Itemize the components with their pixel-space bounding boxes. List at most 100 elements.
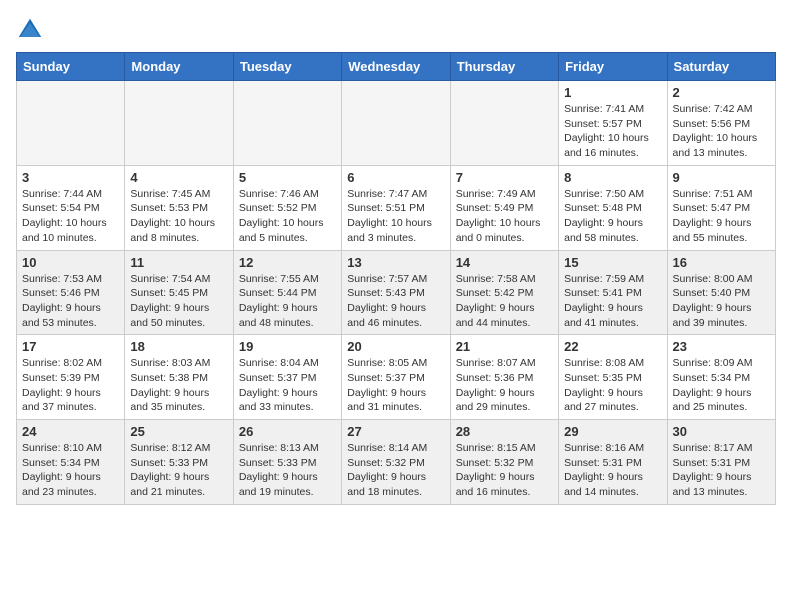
- day-info: Sunrise: 8:10 AM Sunset: 5:34 PM Dayligh…: [22, 441, 119, 500]
- week-row-3: 17Sunrise: 8:02 AM Sunset: 5:39 PM Dayli…: [17, 335, 776, 420]
- day-cell: 23Sunrise: 8:09 AM Sunset: 5:34 PM Dayli…: [667, 335, 775, 420]
- day-cell: 24 Sunrise: 8:10 AM Sunset: 5:34 PM Dayli…: [17, 420, 125, 505]
- day-cell: 29 Sunrise: 8:16 AM Sunset: 5:31 PM Dayli…: [559, 420, 667, 505]
- day-info: Sunrise: 8:07 AM Sunset: 5:36 PM Dayligh…: [456, 356, 553, 415]
- day-number: 26: [239, 424, 336, 439]
- day-info: Sunrise: 7:51 AM Sunset: 5:47 PM Dayligh…: [673, 187, 770, 246]
- logo-icon: [16, 16, 44, 44]
- day-cell: 7 Sunrise: 7:49 AM Sunset: 5:49 PM Daylig…: [450, 165, 558, 250]
- day-info: Sunrise: 7:45 AM Sunset: 5:53 PM Dayligh…: [130, 187, 227, 246]
- day-cell: 26 Sunrise: 8:13 AM Sunset: 5:33 PM Dayli…: [233, 420, 341, 505]
- day-info: Sunrise: 8:14 AM Sunset: 5:32 PM Dayligh…: [347, 441, 444, 500]
- day-cell: 12Sunrise: 7:55 AM Sunset: 5:44 PM Dayli…: [233, 250, 341, 335]
- day-info: Sunrise: 8:15 AM Sunset: 5:32 PM Dayligh…: [456, 441, 553, 500]
- day-cell: 27 Sunrise: 8:14 AM Sunset: 5:32 PM Dayli…: [342, 420, 450, 505]
- week-row-2: 10 Sunrise: 7:53 AM Sunset: 5:46 PM Dayli…: [17, 250, 776, 335]
- logo: [16, 16, 48, 44]
- day-cell: 13 Sunrise: 7:57 AM Sunset: 5:43 PM Dayli…: [342, 250, 450, 335]
- day-info: Sunrise: 7:49 AM Sunset: 5:49 PM Dayligh…: [456, 187, 553, 246]
- day-number: 1: [564, 85, 661, 100]
- col-header-saturday: Saturday: [667, 53, 775, 81]
- day-info: Sunrise: 7:57 AM Sunset: 5:43 PM Dayligh…: [347, 272, 444, 331]
- day-number: 29: [564, 424, 661, 439]
- day-info: Sunrise: 7:50 AM Sunset: 5:48 PM Dayligh…: [564, 187, 661, 246]
- col-header-tuesday: Tuesday: [233, 53, 341, 81]
- day-info: Sunrise: 8:03 AM Sunset: 5:38 PM Dayligh…: [130, 356, 227, 415]
- day-cell: 20 Sunrise: 8:05 AM Sunset: 5:37 PM Dayli…: [342, 335, 450, 420]
- day-number: 4: [130, 170, 227, 185]
- day-number: 28: [456, 424, 553, 439]
- day-cell: 17Sunrise: 8:02 AM Sunset: 5:39 PM Dayli…: [17, 335, 125, 420]
- day-info: Sunrise: 8:08 AM Sunset: 5:35 PM Dayligh…: [564, 356, 661, 415]
- col-header-friday: Friday: [559, 53, 667, 81]
- day-number: 14: [456, 255, 553, 270]
- day-cell: 3Sunrise: 7:44 AM Sunset: 5:54 PM Daylig…: [17, 165, 125, 250]
- col-header-thursday: Thursday: [450, 53, 558, 81]
- day-number: 24: [22, 424, 119, 439]
- day-info: Sunrise: 7:41 AM Sunset: 5:57 PM Dayligh…: [564, 102, 661, 161]
- day-number: 13: [347, 255, 444, 270]
- day-number: 2: [673, 85, 770, 100]
- day-cell: 15Sunrise: 7:59 AM Sunset: 5:41 PM Dayli…: [559, 250, 667, 335]
- day-cell: 25 Sunrise: 8:12 AM Sunset: 5:33 PM Dayli…: [125, 420, 233, 505]
- week-row-0: 1 Sunrise: 7:41 AM Sunset: 5:57 PM Daylig…: [17, 81, 776, 166]
- day-info: Sunrise: 8:00 AM Sunset: 5:40 PM Dayligh…: [673, 272, 770, 331]
- day-cell: 4 Sunrise: 7:45 AM Sunset: 5:53 PM Daylig…: [125, 165, 233, 250]
- col-header-sunday: Sunday: [17, 53, 125, 81]
- week-row-4: 24 Sunrise: 8:10 AM Sunset: 5:34 PM Dayli…: [17, 420, 776, 505]
- day-number: 6: [347, 170, 444, 185]
- day-cell: [125, 81, 233, 166]
- day-number: 11: [130, 255, 227, 270]
- day-number: 25: [130, 424, 227, 439]
- day-cell: 11 Sunrise: 7:54 AM Sunset: 5:45 PM Dayli…: [125, 250, 233, 335]
- calendar-table: SundayMondayTuesdayWednesdayThursdayFrid…: [16, 52, 776, 505]
- day-number: 9: [673, 170, 770, 185]
- day-info: Sunrise: 8:16 AM Sunset: 5:31 PM Dayligh…: [564, 441, 661, 500]
- day-number: 10: [22, 255, 119, 270]
- day-info: Sunrise: 8:09 AM Sunset: 5:34 PM Dayligh…: [673, 356, 770, 415]
- day-number: 16: [673, 255, 770, 270]
- day-info: Sunrise: 8:13 AM Sunset: 5:33 PM Dayligh…: [239, 441, 336, 500]
- day-number: 8: [564, 170, 661, 185]
- day-cell: 19Sunrise: 8:04 AM Sunset: 5:37 PM Dayli…: [233, 335, 341, 420]
- day-info: Sunrise: 7:55 AM Sunset: 5:44 PM Dayligh…: [239, 272, 336, 331]
- day-cell: 28 Sunrise: 8:15 AM Sunset: 5:32 PM Dayli…: [450, 420, 558, 505]
- day-cell: 21 Sunrise: 8:07 AM Sunset: 5:36 PM Dayli…: [450, 335, 558, 420]
- day-number: 21: [456, 339, 553, 354]
- day-cell: [342, 81, 450, 166]
- day-number: 30: [673, 424, 770, 439]
- day-cell: 1 Sunrise: 7:41 AM Sunset: 5:57 PM Daylig…: [559, 81, 667, 166]
- day-cell: 14 Sunrise: 7:58 AM Sunset: 5:42 PM Dayli…: [450, 250, 558, 335]
- day-number: 27: [347, 424, 444, 439]
- day-info: Sunrise: 8:12 AM Sunset: 5:33 PM Dayligh…: [130, 441, 227, 500]
- day-info: Sunrise: 7:42 AM Sunset: 5:56 PM Dayligh…: [673, 102, 770, 161]
- day-number: 15: [564, 255, 661, 270]
- day-cell: 6Sunrise: 7:47 AM Sunset: 5:51 PM Daylig…: [342, 165, 450, 250]
- day-cell: 2 Sunrise: 7:42 AM Sunset: 5:56 PM Daylig…: [667, 81, 775, 166]
- day-info: Sunrise: 7:53 AM Sunset: 5:46 PM Dayligh…: [22, 272, 119, 331]
- col-header-monday: Monday: [125, 53, 233, 81]
- day-number: 22: [564, 339, 661, 354]
- day-cell: 5 Sunrise: 7:46 AM Sunset: 5:52 PM Daylig…: [233, 165, 341, 250]
- day-info: Sunrise: 7:54 AM Sunset: 5:45 PM Dayligh…: [130, 272, 227, 331]
- week-row-1: 3Sunrise: 7:44 AM Sunset: 5:54 PM Daylig…: [17, 165, 776, 250]
- day-info: Sunrise: 8:05 AM Sunset: 5:37 PM Dayligh…: [347, 356, 444, 415]
- day-info: Sunrise: 8:04 AM Sunset: 5:37 PM Dayligh…: [239, 356, 336, 415]
- day-cell: [450, 81, 558, 166]
- day-number: 5: [239, 170, 336, 185]
- day-info: Sunrise: 7:58 AM Sunset: 5:42 PM Dayligh…: [456, 272, 553, 331]
- day-number: 20: [347, 339, 444, 354]
- day-cell: 16 Sunrise: 8:00 AM Sunset: 5:40 PM Dayli…: [667, 250, 775, 335]
- day-cell: 30 Sunrise: 8:17 AM Sunset: 5:31 PM Dayli…: [667, 420, 775, 505]
- day-info: Sunrise: 7:46 AM Sunset: 5:52 PM Dayligh…: [239, 187, 336, 246]
- header-row: SundayMondayTuesdayWednesdayThursdayFrid…: [17, 53, 776, 81]
- day-info: Sunrise: 7:44 AM Sunset: 5:54 PM Dayligh…: [22, 187, 119, 246]
- day-number: 18: [130, 339, 227, 354]
- day-cell: 22 Sunrise: 8:08 AM Sunset: 5:35 PM Dayli…: [559, 335, 667, 420]
- day-cell: 9 Sunrise: 7:51 AM Sunset: 5:47 PM Daylig…: [667, 165, 775, 250]
- day-info: Sunrise: 8:02 AM Sunset: 5:39 PM Dayligh…: [22, 356, 119, 415]
- day-cell: 10 Sunrise: 7:53 AM Sunset: 5:46 PM Dayli…: [17, 250, 125, 335]
- header: [16, 16, 776, 44]
- day-number: 7: [456, 170, 553, 185]
- day-info: Sunrise: 8:17 AM Sunset: 5:31 PM Dayligh…: [673, 441, 770, 500]
